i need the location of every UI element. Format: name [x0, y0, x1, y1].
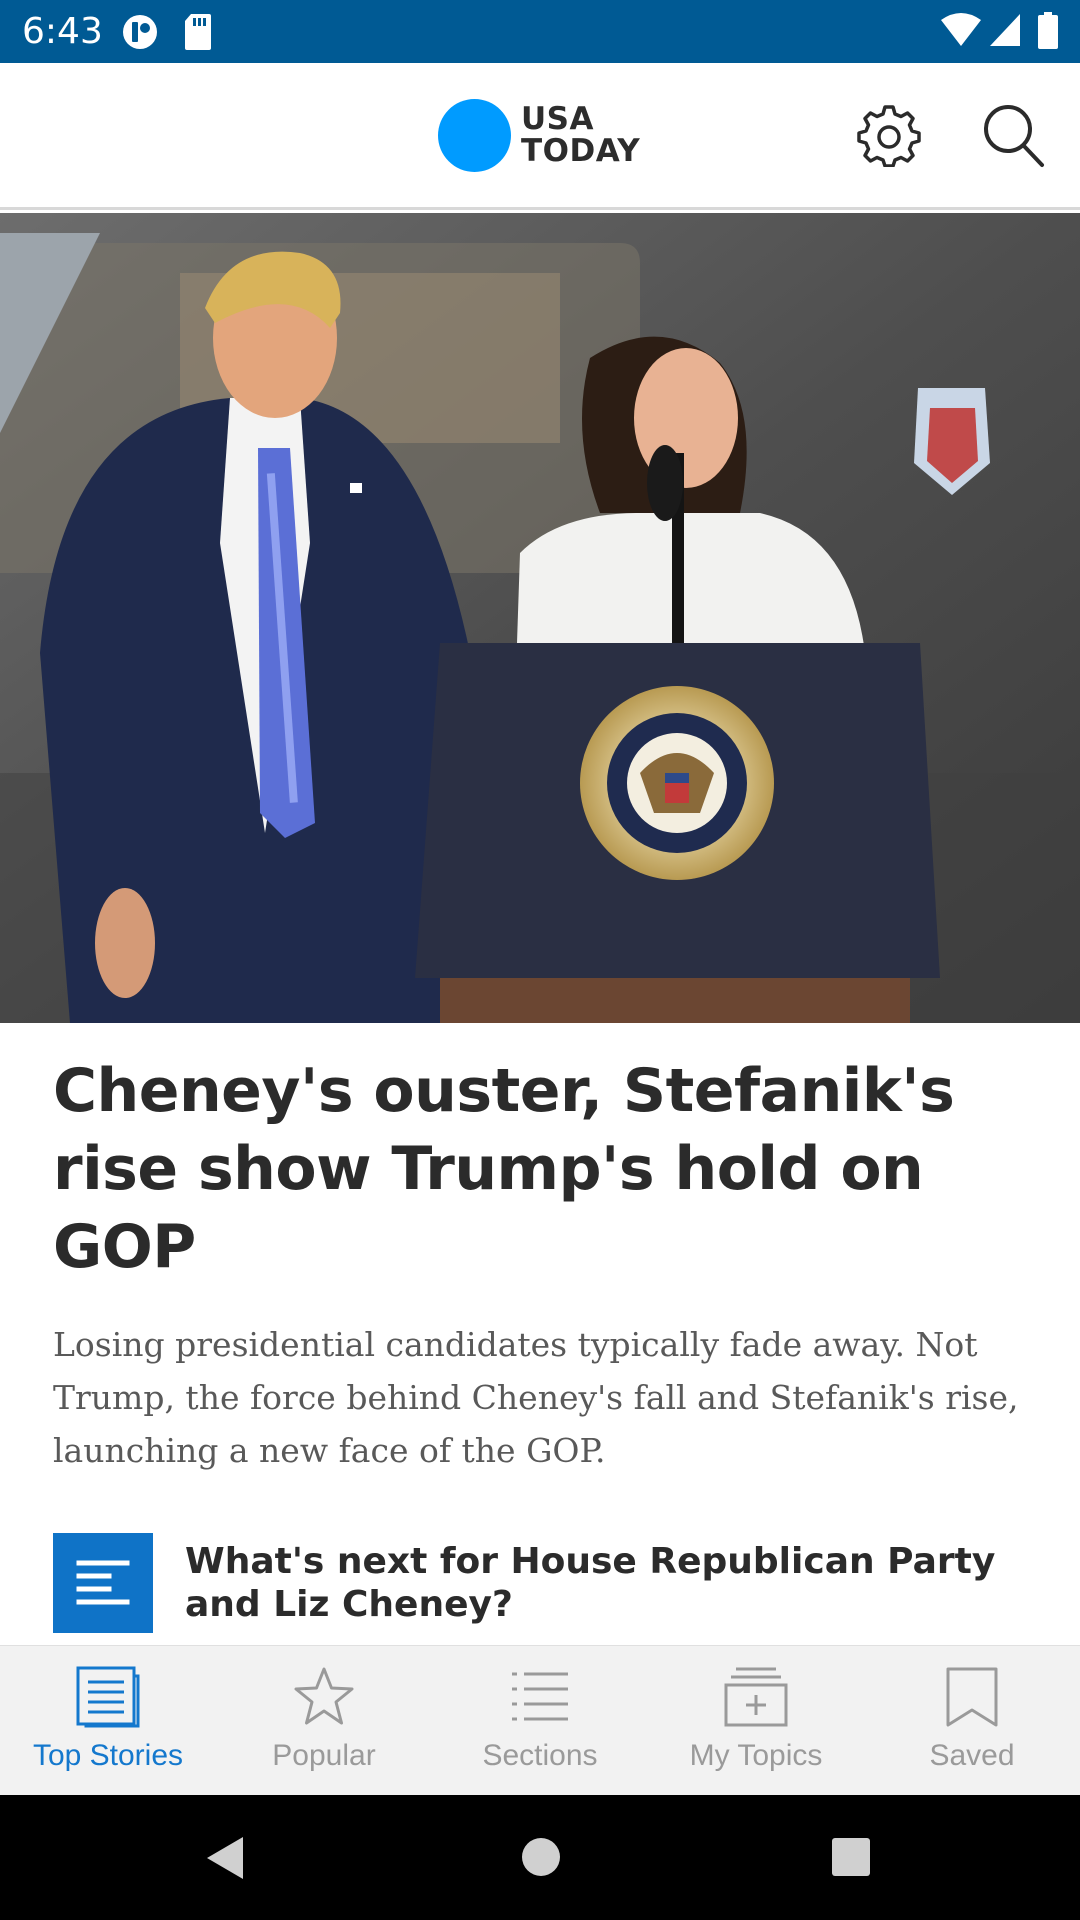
settings-icon[interactable] — [857, 103, 921, 172]
related-article-title: What's next for House Republican Party a… — [185, 1541, 996, 1625]
status-bar: 6:43 — [0, 0, 1080, 63]
tab-popular[interactable]: Popular — [216, 1646, 432, 1796]
tab-sections[interactable]: Sections — [432, 1646, 648, 1796]
status-time: 6:43 — [22, 11, 103, 52]
sd-card-icon — [183, 12, 213, 57]
home-icon[interactable] — [521, 1837, 561, 1882]
back-icon[interactable] — [203, 1835, 249, 1886]
usa-today-wordmark[interactable]: USA TODAY — [521, 103, 640, 167]
recents-icon[interactable] — [832, 1838, 870, 1881]
star-icon — [294, 1667, 354, 1725]
tab-popular-label: Popular — [272, 1739, 376, 1772]
article-icon — [53, 1533, 153, 1633]
tab-my-topics[interactable]: My Topics — [648, 1646, 864, 1796]
tab-sections-label: Sections — [482, 1739, 598, 1772]
tab-top-stories-label: Top Stories — [32, 1739, 184, 1772]
notification-icon — [120, 12, 160, 57]
related-article-link[interactable]: What's next for House Republican Party a… — [53, 1533, 1053, 1633]
tab-my-topics-label: My Topics — [689, 1739, 823, 1772]
system-nav-bar — [0, 1795, 1080, 1920]
usa-today-logo-icon[interactable] — [438, 99, 511, 172]
tab-saved[interactable]: Saved — [864, 1646, 1080, 1796]
app-bar: USA TODAY — [0, 63, 1080, 210]
signal-icon — [988, 12, 1022, 53]
hero-image[interactable] — [0, 213, 1080, 1023]
bottom-tab-bar: Top Stories Popular Sections My Topics S… — [0, 1645, 1080, 1795]
battery-icon — [1037, 12, 1059, 55]
wifi-icon — [940, 12, 982, 53]
tab-top-stories[interactable]: Top Stories — [0, 1646, 216, 1796]
article-summary[interactable]: Losing presidential candidates typically… — [53, 1318, 1043, 1477]
add-topic-icon — [724, 1667, 788, 1727]
logo-line-today: TODAY — [521, 133, 641, 169]
logo-line-usa: USA — [521, 101, 594, 137]
tab-saved-label: Saved — [929, 1739, 1015, 1772]
article-headline[interactable]: Cheney's ouster, Stefanik's rise show Tr… — [53, 1052, 1043, 1286]
bookmark-icon — [946, 1667, 998, 1727]
search-icon[interactable] — [982, 103, 1046, 174]
top-stories-icon — [76, 1666, 140, 1728]
list-icon — [512, 1672, 568, 1721]
